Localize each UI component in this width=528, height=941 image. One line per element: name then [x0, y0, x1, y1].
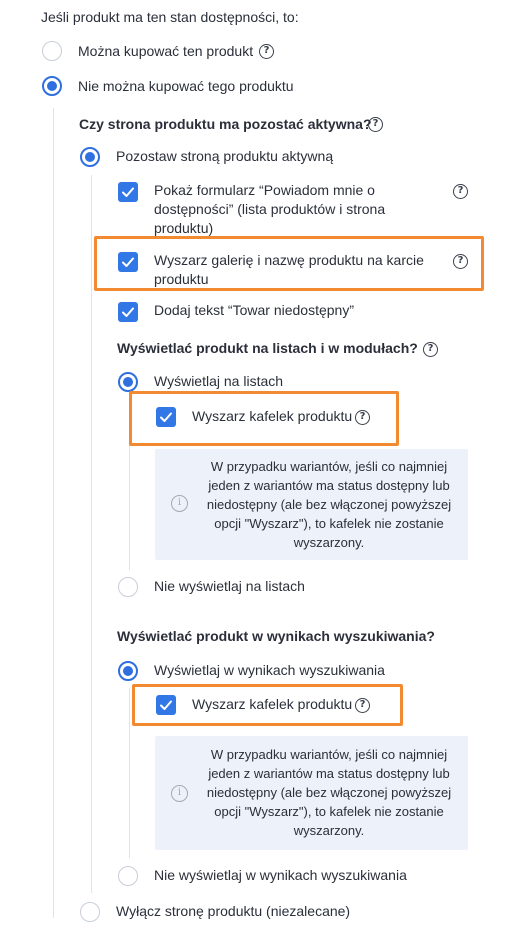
radio-stay-active[interactable]	[80, 147, 100, 167]
radio-hide-lists[interactable]	[118, 577, 138, 597]
checkbox-notify-form-label: Pokaż formularz “Powiadom mnie o dostępn…	[154, 182, 386, 236]
radio-cannot-buy[interactable]	[42, 76, 62, 96]
help-icon[interactable]: ?	[355, 410, 370, 425]
search-question: Wyświetlać produkt w wynikach wyszukiwan…	[117, 628, 435, 644]
checkbox-gray-tile-lists[interactable]	[156, 407, 176, 427]
indent-line-search	[129, 688, 130, 858]
help-icon[interactable]: ?	[368, 117, 383, 132]
radio-show-search-label: Wyświetlaj w wynikach wyszukiwania	[154, 662, 385, 678]
radio-hide-lists-label: Nie wyświetlaj na listach	[154, 578, 305, 594]
indent-line-level1	[53, 108, 54, 918]
radio-hide-search[interactable]	[118, 866, 138, 886]
checkbox-gray-tile-lists-label: Wyszarz kafelek produktu	[192, 408, 353, 424]
lists-question: Wyświetlać produkt na listach i w moduła…	[117, 340, 418, 356]
check-icon	[122, 187, 134, 197]
checkbox-gray-gallery-label: Wyszarz galerię i nazwę produktu na karc…	[154, 252, 424, 287]
radio-show-search[interactable]	[118, 661, 138, 681]
checkbox-unavailable-text[interactable]	[118, 302, 138, 322]
help-icon[interactable]: ?	[453, 184, 468, 199]
radio-show-lists-label: Wyświetlaj na listach	[154, 373, 284, 389]
indent-line-level2	[91, 175, 92, 893]
radio-hide-search-label: Nie wyświetlaj w wynikach wyszukiwania	[154, 867, 407, 883]
help-icon[interactable]: ?	[453, 254, 468, 269]
page-active-question: Czy strona produktu ma pozostać aktywna?	[79, 116, 372, 132]
checkbox-notify-form[interactable]	[118, 182, 138, 202]
radio-show-lists[interactable]	[118, 372, 138, 392]
radio-can-buy[interactable]	[42, 41, 62, 61]
check-icon	[122, 307, 134, 317]
help-icon[interactable]: ?	[355, 698, 370, 713]
checkbox-gray-tile-search[interactable]	[156, 695, 176, 715]
availability-intro-text: Jeśli produkt ma ten stan dostępności, t…	[41, 9, 299, 25]
radio-cannot-buy-label: Nie można kupować tego produktu	[78, 78, 294, 94]
check-icon	[122, 257, 134, 267]
info-text-search: W przypadku wariantów, jeśli co najmniej…	[206, 747, 452, 838]
help-icon[interactable]: ?	[259, 44, 274, 59]
checkbox-gray-gallery[interactable]	[118, 252, 138, 272]
checkbox-unavailable-text-label: Dodaj tekst “Towar niedostępny”	[154, 302, 354, 318]
radio-disable-page-label: Wyłącz stronę produktu (niezalecane)	[116, 903, 351, 919]
radio-stay-active-label: Pozostaw stroną produktu aktywną	[116, 148, 334, 164]
radio-can-buy-label: Można kupować ten produkt	[78, 43, 254, 59]
info-text-lists: W przypadku wariantów, jeśli co najmniej…	[206, 459, 452, 550]
help-icon[interactable]: ?	[423, 342, 438, 357]
checkbox-gray-tile-search-label: Wyszarz kafelek produktu	[192, 696, 353, 712]
info-icon: i	[171, 495, 188, 512]
info-icon: i	[171, 785, 188, 802]
check-icon	[160, 412, 172, 422]
radio-disable-page[interactable]	[80, 902, 100, 922]
check-icon	[160, 700, 172, 710]
